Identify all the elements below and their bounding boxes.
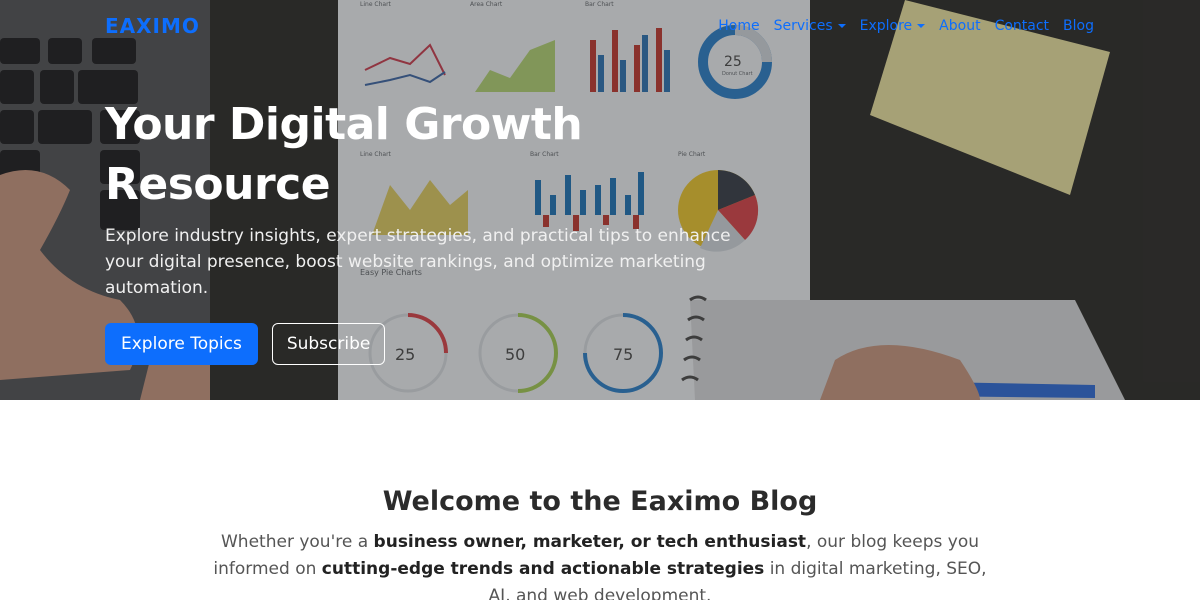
nav-link-contact[interactable]: Contact (995, 18, 1049, 34)
welcome-text-bold: business owner, marketer, or tech enthus… (373, 532, 807, 552)
hero-section: Line Chart Area Chart Bar Chart Line Cha… (0, 0, 1200, 400)
hero-buttons: Explore Topics Subscribe (105, 323, 805, 365)
nav-links: Home Services Explore About Contact Blog (718, 18, 1094, 34)
hero-title: Your Digital Growth Resource (105, 99, 583, 210)
nav-link-about[interactable]: About (939, 18, 980, 34)
nav-link-label: Services (773, 18, 833, 34)
welcome-section: Welcome to the Eaximo Blog Whether you'r… (0, 400, 1200, 600)
nav-link-label: About (939, 18, 981, 34)
welcome-title: Welcome to the Eaximo Blog (382, 486, 818, 517)
caret-down-icon (837, 24, 846, 28)
nav-link-label: Home (718, 18, 760, 34)
welcome-text: Whether you're a business owner, markete… (200, 529, 1000, 600)
explore-topics-button[interactable]: Explore Topics (105, 323, 258, 365)
nav-link-label: Explore (859, 18, 913, 34)
caret-down-icon (917, 24, 926, 28)
hero-subtitle: Explore industry insights, expert strate… (105, 226, 731, 298)
nav-link-label: Contact (994, 18, 1050, 34)
nav-link-blog[interactable]: Blog (1063, 18, 1094, 34)
brand-logo[interactable]: EAXIMO (105, 14, 200, 38)
top-navbar: EAXIMO Home Services Explore About Conta… (0, 0, 1200, 52)
welcome-text-bold: cutting-edge trends and actionable strat… (321, 559, 765, 579)
hero-content: Your Digital Growth Resource Explore ind… (105, 95, 805, 365)
nav-link-label: Blog (1063, 18, 1094, 34)
welcome-text-part: Whether you're a (221, 532, 374, 552)
nav-link-home[interactable]: Home (718, 18, 759, 34)
subscribe-button[interactable]: Subscribe (271, 323, 386, 365)
nav-link-explore[interactable]: Explore (860, 18, 926, 34)
nav-link-services[interactable]: Services (774, 18, 846, 34)
